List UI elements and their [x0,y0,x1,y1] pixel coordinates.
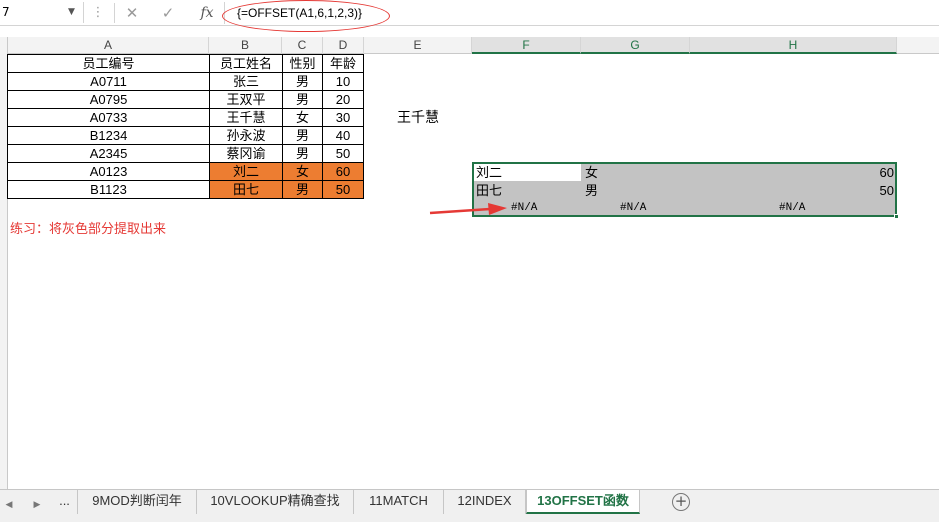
formula-input[interactable]: {=OFFSET(A1,6,1,2,3)} [224,2,939,24]
result-cell-age[interactable]: 50 [860,182,894,199]
insert-function-icon[interactable]: fx [196,3,218,23]
column-header-a[interactable]: A [8,37,209,54]
cell-gender[interactable]: 男 [283,73,323,91]
cell-gender[interactable]: 男 [283,127,323,145]
sheet-tab-12index[interactable]: 12INDEX [444,490,526,514]
cell-name-highlighted[interactable]: 田七 [210,181,283,199]
result-cell-name[interactable]: 刘二 [476,164,502,181]
formula-bar-divider [114,3,115,23]
result-cell-name[interactable]: 田七 [476,182,502,199]
cell-id[interactable]: A0733 [7,109,210,127]
exercise-note[interactable]: 练习：将灰色部分提取出来 [10,218,166,237]
column-header-g[interactable]: G [581,37,690,54]
header-employee-name[interactable]: 员工姓名 [210,55,283,73]
header-employee-id[interactable]: 员工编号 [7,55,210,73]
sheet-tab-13offset[interactable]: 13OFFSET函数 [526,490,640,514]
cell-e-text[interactable]: 王千慧 [397,109,439,127]
cell-gender-highlighted[interactable]: 男 [283,181,323,199]
more-options-icon[interactable]: ⋮ [90,3,106,23]
result-cell-age[interactable]: 60 [860,164,894,181]
result-cell-error[interactable]: #N/A [620,200,646,217]
cell-age[interactable]: 20 [323,91,364,109]
fill-handle[interactable] [894,214,899,219]
cell-name[interactable]: 孙永波 [210,127,283,145]
cell-id[interactable]: A0711 [7,73,210,91]
formula-bar: 7 ▼ ⋮ ✕ ✓ fx {=OFFSET(A1,6,1,2,3)} [0,0,939,32]
column-header-e[interactable]: E [364,37,472,54]
cell-id[interactable]: A0795 [7,91,210,109]
cell-age-highlighted[interactable]: 50 [323,181,364,199]
sheet-tab-11match[interactable]: 11MATCH [354,490,444,514]
cell-gender[interactable]: 女 [283,109,323,127]
confirm-icon[interactable]: ✓ [158,3,178,23]
column-header-f[interactable]: F [472,37,581,54]
cell-name[interactable]: 蔡冈谕 [210,145,283,163]
column-header-b[interactable]: B [209,37,282,54]
cell-id[interactable]: B1123 [7,181,210,199]
sheet-tab-bar: ◀ ▶ ... 9MOD判断闰年 10VLOOKUP精确查找 11MATCH 1… [0,489,939,522]
cell-age[interactable]: 10 [323,73,364,91]
column-header-d[interactable]: D [323,37,364,54]
cell-age[interactable]: 50 [323,145,364,163]
cell-age[interactable]: 40 [323,127,364,145]
cell-id[interactable]: B1234 [7,127,210,145]
cell-age[interactable]: 30 [323,109,364,127]
more-sheets-button[interactable]: ... [52,490,78,514]
cancel-icon[interactable]: ✕ [122,3,142,23]
header-gender[interactable]: 性别 [283,55,323,73]
cell-id[interactable]: A2345 [7,145,210,163]
result-cell-gender[interactable]: 男 [585,182,598,199]
cell-name[interactable]: 王双平 [210,91,283,109]
name-box-dropdown-icon[interactable]: ▼ [68,2,75,23]
cell-gender[interactable]: 男 [283,91,323,109]
result-cell-gender[interactable]: 女 [585,164,598,181]
cell-gender-highlighted[interactable]: 女 [283,163,323,181]
cell-name-highlighted[interactable]: 刘二 [210,163,283,181]
red-arrow-icon [429,203,507,215]
result-cell-error[interactable]: #N/A [779,200,805,217]
cell-id[interactable]: A0123 [7,163,210,181]
result-cell-error[interactable]: #N/A [511,200,537,217]
sheet-tab-9mod[interactable]: 9MOD判断闰年 [78,490,197,514]
add-sheet-icon[interactable]: + [672,493,690,511]
sheet-tab-10vlookup[interactable]: 10VLOOKUP精确查找 [197,490,354,514]
scroll-left-icon[interactable]: ◀ [2,496,16,514]
cell-name[interactable]: 张三 [210,73,283,91]
column-header-c[interactable]: C [282,37,323,54]
column-header-row: A B C D E F G H [0,37,939,54]
scroll-right-icon[interactable]: ▶ [30,496,44,514]
cell-gender[interactable]: 男 [283,145,323,163]
column-header-h[interactable]: H [690,37,897,54]
cell-age-highlighted[interactable]: 60 [323,163,364,181]
header-age[interactable]: 年龄 [323,55,364,73]
cell-name[interactable]: 王千慧 [210,109,283,127]
